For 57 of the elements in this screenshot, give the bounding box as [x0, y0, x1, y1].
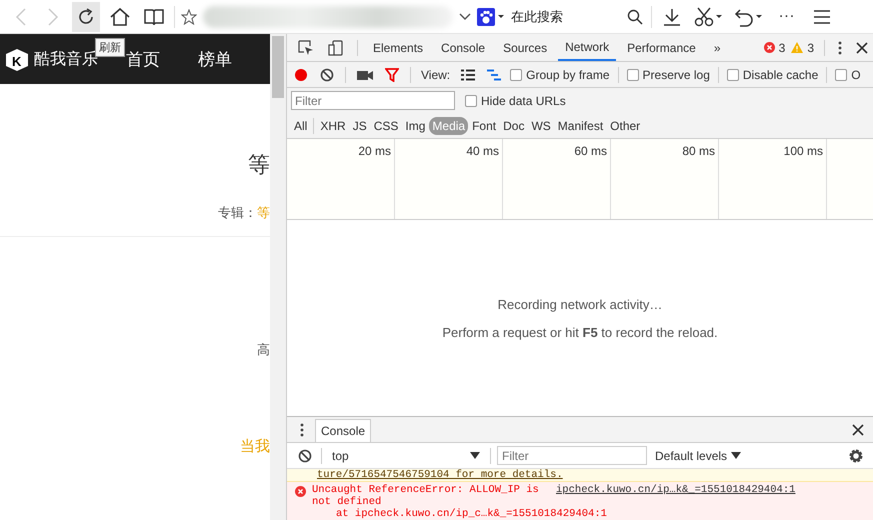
type-filter-button[interactable]: CSS	[370, 116, 402, 134]
caret-icon	[731, 452, 742, 460]
refresh-tooltip: 刷新	[95, 38, 125, 57]
console-tab[interactable]: Console	[315, 419, 372, 442]
site-logo[interactable]: K	[4, 46, 30, 72]
type-filter-button[interactable]: XHR	[317, 116, 349, 134]
filter-field[interactable]: Filter	[291, 91, 455, 110]
devtools-tab[interactable]: Elements	[366, 34, 430, 61]
reload-hint: Perform a request or hit F5 to record the reload.	[442, 324, 718, 340]
song-title: 等	[248, 152, 270, 180]
console-filter-field[interactable]: Filter	[497, 446, 647, 465]
search-field[interactable]: 在此搜索	[511, 8, 619, 26]
option-checkbox[interactable]: O	[835, 68, 861, 82]
warning-count-text: 3	[807, 40, 814, 54]
dropdown-caret-icon[interactable]	[459, 12, 471, 20]
type-filter-button[interactable]: Doc	[500, 116, 528, 134]
type-filter-button[interactable]: All	[291, 116, 310, 134]
time-tick-label: 100 ms	[784, 144, 823, 158]
time-tick-label: 20 ms	[358, 144, 391, 158]
refresh-icon[interactable]	[72, 2, 100, 32]
devtools-tab[interactable]: Sources	[496, 34, 554, 61]
time-tick-label: 60 ms	[574, 144, 607, 158]
stack-trace-line: at ipcheck.kuwo.cn/ip_c…k&_=1551018429404:1	[335, 508, 608, 520]
option-checkbox[interactable]: Disable cache	[726, 68, 818, 82]
type-filter-button[interactable]: Img	[402, 116, 428, 134]
nav-link[interactable]: 首页	[126, 48, 160, 70]
source-link[interactable]: ipcheck.kuwo.cn/ip…k&_=1551018429404:1	[556, 484, 796, 508]
devtools-tab[interactable]: Console	[434, 34, 492, 61]
context-dropdown[interactable]: top	[326, 448, 486, 462]
type-filter-button[interactable]: Other	[607, 116, 644, 134]
more-button[interactable]: ···	[772, 8, 802, 24]
devtools-tab[interactable]: Performance	[620, 34, 703, 61]
view-label: View:	[421, 68, 450, 82]
type-filter-button[interactable]: Font	[469, 116, 500, 134]
paw-icon[interactable]	[477, 8, 505, 26]
time-tick-label: 80 ms	[682, 144, 715, 158]
caret-icon	[470, 452, 480, 460]
error-icon	[295, 486, 306, 497]
option-checkbox[interactable]: Preserve log	[626, 68, 710, 82]
error-icon	[764, 42, 775, 53]
error-count-text: 3	[778, 40, 786, 54]
type-filter-button[interactable]: WS	[528, 116, 554, 134]
quality-label: 高	[257, 342, 270, 359]
nav-link[interactable]: 榜单	[198, 48, 232, 70]
warning-icon	[791, 42, 804, 53]
type-filter-button[interactable]: JS	[350, 116, 370, 134]
recording-message: Recording network activity…	[498, 296, 662, 312]
type-filter-button[interactable]: Manifest	[554, 116, 606, 134]
levels-dropdown[interactable]: Default levels	[655, 448, 742, 462]
time-tick-label: 40 ms	[466, 144, 499, 158]
option-checkbox[interactable]: Group by frame	[510, 68, 610, 82]
hide-data-urls-checkbox[interactable]: Hide data URLs	[465, 94, 566, 108]
lyric-line: 当我	[240, 437, 270, 456]
console-warning-text: ture/5716547546759104 for more details.	[317, 469, 563, 481]
star-icon[interactable]	[181, 8, 197, 24]
album-label: 专辑：	[218, 206, 257, 221]
more-tabs-button[interactable]: »	[706, 34, 728, 61]
